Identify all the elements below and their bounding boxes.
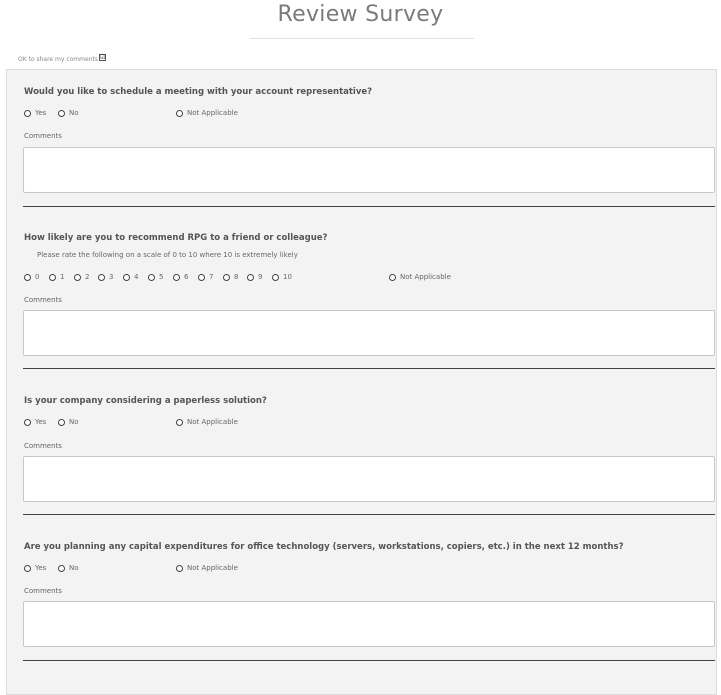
share-comments-checkbox[interactable]: ☑ bbox=[98, 54, 106, 61]
option-label: 6 bbox=[184, 273, 189, 281]
option-label: Not Applicable bbox=[400, 273, 451, 281]
q3-comments-field[interactable] bbox=[23, 456, 715, 502]
q1-option-no[interactable]: No bbox=[58, 109, 79, 117]
radio-icon[interactable] bbox=[176, 418, 183, 426]
radio-icon[interactable] bbox=[24, 418, 31, 426]
q1-comments-field[interactable] bbox=[23, 147, 715, 193]
share-comments-label: OK to share my comments bbox=[18, 56, 98, 63]
option-label: Not Applicable bbox=[187, 564, 238, 572]
radio-icon[interactable] bbox=[176, 564, 183, 572]
option-label: 0 bbox=[35, 273, 40, 281]
radio-icon[interactable] bbox=[389, 273, 396, 281]
radio-icon[interactable] bbox=[58, 418, 65, 426]
q4-comments-label: Comments bbox=[24, 587, 62, 595]
option-label: 2 bbox=[85, 273, 90, 281]
q4-option-no[interactable]: No bbox=[58, 564, 79, 572]
radio-icon[interactable] bbox=[247, 273, 254, 281]
share-comments-consent: OK to share my comments ☑ bbox=[18, 54, 106, 63]
radio-icon[interactable] bbox=[148, 273, 155, 281]
option-label: 3 bbox=[109, 273, 114, 281]
q2-comments-label: Comments bbox=[24, 296, 62, 304]
q2-option-9[interactable]: 9 bbox=[247, 273, 262, 281]
radio-icon[interactable] bbox=[49, 273, 56, 281]
page-title: Review Survey bbox=[277, 2, 444, 27]
option-label: 4 bbox=[134, 273, 139, 281]
option-label: Not Applicable bbox=[187, 418, 238, 426]
option-label: 9 bbox=[258, 273, 263, 281]
radio-icon[interactable] bbox=[123, 273, 130, 281]
question-2-subtext: Please rate the following on a scale of … bbox=[37, 251, 298, 259]
question-divider bbox=[23, 514, 715, 515]
option-label: 8 bbox=[234, 273, 239, 281]
question-divider bbox=[23, 368, 715, 369]
survey-panel: Would you like to schedule a meeting wit… bbox=[6, 69, 717, 695]
q4-option-yes[interactable]: Yes bbox=[24, 564, 46, 572]
q2-option-not-applicable[interactable]: Not Applicable bbox=[389, 273, 451, 281]
option-label: 7 bbox=[209, 273, 214, 281]
question-divider bbox=[23, 206, 715, 207]
option-label: Yes bbox=[35, 564, 47, 572]
radio-icon[interactable] bbox=[58, 564, 65, 572]
radio-icon[interactable] bbox=[272, 273, 279, 281]
option-label: Yes bbox=[35, 418, 47, 426]
question-1-text: Would you like to schedule a meeting wit… bbox=[24, 87, 373, 97]
radio-icon[interactable] bbox=[58, 109, 65, 117]
q2-option-0[interactable]: 0 bbox=[24, 273, 39, 281]
radio-icon[interactable] bbox=[24, 273, 31, 281]
q4-comments-field[interactable] bbox=[23, 601, 715, 647]
q2-comments-field[interactable] bbox=[23, 310, 715, 356]
radio-icon[interactable] bbox=[74, 273, 81, 281]
q3-comments-label: Comments bbox=[24, 442, 62, 450]
q4-option-not-applicable[interactable]: Not Applicable bbox=[176, 564, 238, 572]
option-label: 5 bbox=[159, 273, 164, 281]
q2-option-7[interactable]: 7 bbox=[198, 273, 213, 281]
q2-option-6[interactable]: 6 bbox=[173, 273, 188, 281]
option-label: Not Applicable bbox=[187, 109, 238, 117]
option-label: 10 bbox=[283, 273, 292, 281]
q2-option-4[interactable]: 4 bbox=[123, 273, 138, 281]
radio-icon[interactable] bbox=[198, 273, 205, 281]
option-label: 1 bbox=[60, 273, 65, 281]
q3-option-not-applicable[interactable]: Not Applicable bbox=[176, 418, 238, 426]
question-3-text: Is your company considering a paperless … bbox=[24, 396, 267, 406]
option-label: Yes bbox=[35, 109, 47, 117]
radio-icon[interactable] bbox=[24, 564, 31, 572]
q2-option-5[interactable]: 5 bbox=[148, 273, 163, 281]
option-label: No bbox=[69, 109, 79, 117]
q3-option-no[interactable]: No bbox=[58, 418, 79, 426]
q1-comments-label: Comments bbox=[24, 132, 62, 140]
q1-option-not-applicable[interactable]: Not Applicable bbox=[176, 109, 238, 117]
q2-option-2[interactable]: 2 bbox=[74, 273, 89, 281]
option-label: No bbox=[69, 564, 79, 572]
radio-icon[interactable] bbox=[24, 109, 31, 117]
question-divider bbox=[23, 660, 715, 661]
radio-icon[interactable] bbox=[173, 273, 180, 281]
q3-option-yes[interactable]: Yes bbox=[24, 418, 46, 426]
q2-option-10[interactable]: 10 bbox=[272, 273, 292, 281]
radio-icon[interactable] bbox=[98, 273, 105, 281]
q2-option-1[interactable]: 1 bbox=[49, 273, 64, 281]
question-2-text: How likely are you to recommend RPG to a… bbox=[24, 233, 328, 243]
q2-option-8[interactable]: 8 bbox=[223, 273, 238, 281]
question-4-text: Are you planning any capital expenditure… bbox=[24, 542, 624, 552]
option-label: No bbox=[69, 418, 79, 426]
title-divider bbox=[250, 38, 474, 39]
q2-option-3[interactable]: 3 bbox=[98, 273, 113, 281]
radio-icon[interactable] bbox=[223, 273, 230, 281]
q1-option-yes[interactable]: Yes bbox=[24, 109, 46, 117]
radio-icon[interactable] bbox=[176, 109, 183, 117]
